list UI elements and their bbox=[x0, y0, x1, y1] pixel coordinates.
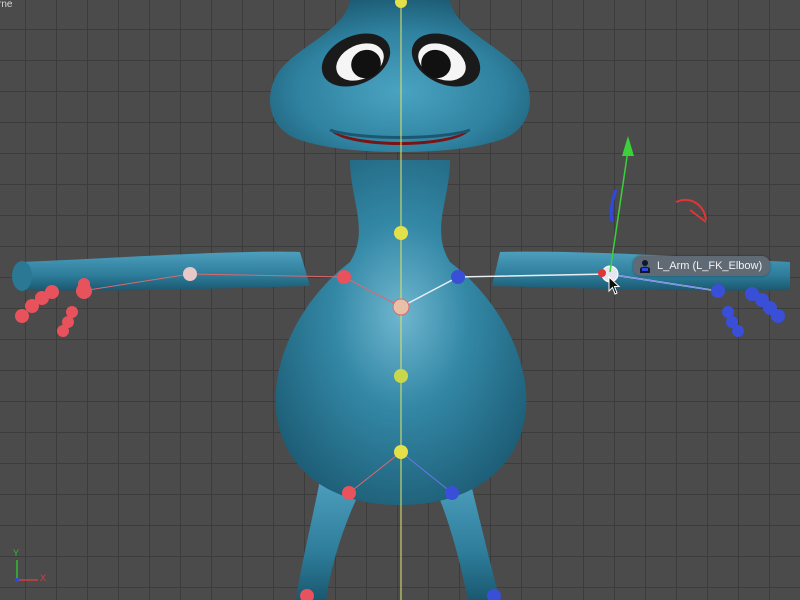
character-scene[interactable] bbox=[0, 0, 800, 600]
tooltip-text: L_Arm (L_FK_Elbow) bbox=[657, 260, 763, 272]
transform-gizmo[interactable] bbox=[609, 136, 707, 273]
mouse-cursor-icon bbox=[608, 276, 621, 295]
axis-y-label: Y bbox=[13, 548, 20, 558]
joint-icon bbox=[640, 260, 650, 273]
object-tooltip: L_Arm (L_FK_Elbow) bbox=[633, 256, 771, 276]
joint-l-hip[interactable] bbox=[445, 486, 459, 500]
head bbox=[269, 0, 531, 152]
3d-viewport[interactable]: rne bbox=[0, 0, 800, 600]
joint-r-shoulder[interactable] bbox=[337, 270, 351, 284]
joint-neck[interactable] bbox=[394, 226, 408, 240]
joint-l-wrist[interactable] bbox=[711, 284, 725, 298]
gizmo-z-rotation-arc[interactable] bbox=[609, 189, 618, 223]
joint-r-elbow[interactable] bbox=[183, 267, 197, 281]
world-axis-indicator bbox=[15, 560, 38, 582]
joint-hip[interactable] bbox=[394, 445, 408, 459]
joint-chest[interactable] bbox=[392, 298, 410, 316]
gizmo-y-arrow[interactable] bbox=[622, 136, 634, 156]
gizmo-origin bbox=[598, 269, 606, 277]
axis-x-label: X bbox=[40, 573, 47, 583]
joint-l-shoulder[interactable] bbox=[451, 270, 465, 284]
joint-r-hip[interactable] bbox=[342, 486, 356, 500]
joint-spine[interactable] bbox=[394, 369, 408, 383]
